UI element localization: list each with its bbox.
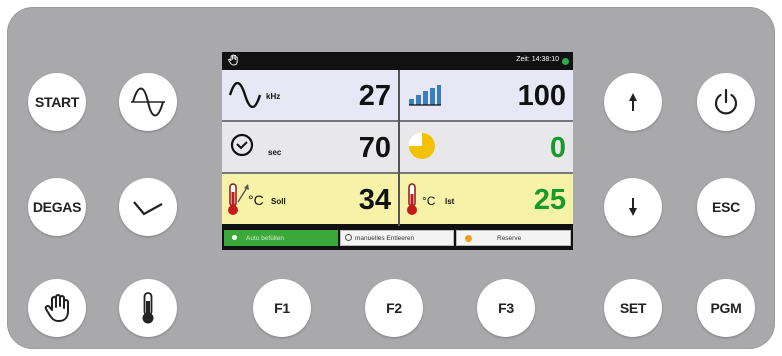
f3-label: F3 [498, 300, 514, 316]
time-unit: sec [268, 148, 282, 157]
up-button[interactable] [604, 73, 662, 131]
lcd-display: Zeit: 14:38:10 kHz 27 100 sec 70 0 °C So… [222, 52, 573, 250]
tab-manual-drain-label: manuelles Entleeren [355, 234, 415, 242]
target-temp-value: 34 [358, 184, 391, 216]
frequency-cell: kHz 27 [222, 70, 398, 120]
reserve-indicator [465, 235, 472, 242]
thermometer-icon [142, 292, 154, 324]
tab-manual-drain[interactable]: manuelles Entleeren [340, 230, 454, 246]
frequency-value: 27 [358, 80, 391, 112]
frequency-unit: kHz [266, 92, 281, 101]
f3-button[interactable]: F3 [477, 279, 535, 337]
set-label: SET [619, 300, 647, 316]
manual-drain-indicator [345, 234, 352, 241]
progress-value: 0 [549, 132, 566, 164]
actual-temp-unit: °C [422, 194, 436, 208]
power-button[interactable] [697, 73, 755, 131]
actual-temp-label: Ist [445, 197, 455, 206]
column-divider [398, 70, 400, 226]
pgm-label: PGM [710, 300, 742, 316]
status-bar: Zeit: 14:38:10 [222, 52, 573, 70]
status-time: Zeit: 14:38:10 [516, 56, 559, 63]
power-value: 100 [517, 80, 566, 112]
pgm-button[interactable]: PGM [697, 279, 755, 337]
clock-icon [230, 133, 254, 157]
sine-wave-display-icon [228, 82, 262, 108]
esc-button[interactable]: ESC [697, 178, 755, 236]
target-temp-unit: °C [248, 192, 264, 208]
degas-button-label: DEGAS [32, 199, 82, 215]
progress-cell: 0 [400, 122, 573, 172]
manual-button[interactable] [28, 279, 86, 337]
progress-pie-icon [408, 132, 435, 159]
set-button[interactable]: SET [604, 279, 662, 337]
time-value: 70 [358, 132, 391, 164]
arrow-up-icon [629, 93, 637, 111]
hand-icon [44, 294, 69, 322]
actual-temperature-cell: °C Ist 25 [400, 174, 573, 224]
f2-button[interactable]: F2 [365, 279, 423, 337]
thermometer-actual-icon [407, 183, 417, 215]
sine-wave-button[interactable] [119, 73, 177, 131]
hand-status-icon [228, 54, 238, 66]
tab-auto-fill[interactable]: Auto befüllen [224, 230, 338, 246]
temperature-button[interactable] [119, 279, 177, 337]
clock-hands-icon [133, 201, 163, 216]
tab-auto-fill-label: Auto befüllen [246, 234, 284, 242]
target-temp-label: Soll [271, 197, 286, 206]
esc-label: ESC [712, 199, 740, 215]
sine-wave-icon [131, 87, 165, 117]
actual-temp-value: 25 [533, 184, 566, 216]
status-led [562, 58, 569, 65]
power-icon [714, 88, 738, 115]
mode-tabs: Auto befüllen manuelles Entleeren Reserv… [222, 228, 573, 248]
start-button[interactable]: START [28, 73, 86, 131]
auto-fill-indicator [232, 235, 237, 240]
timer-button[interactable] [119, 178, 177, 236]
arrow-down-icon [629, 198, 637, 216]
power-cell: 100 [400, 70, 573, 120]
power-level-icon [409, 85, 441, 106]
degas-button[interactable]: DEGAS [28, 178, 86, 236]
tab-reserve[interactable]: Reserve [456, 230, 571, 246]
time-cell: sec 70 [222, 122, 398, 172]
f2-label: F2 [386, 300, 402, 316]
f1-label: F1 [274, 300, 290, 316]
f1-button[interactable]: F1 [253, 279, 311, 337]
thermometer-setpoint-icon [228, 183, 249, 215]
start-button-label: START [34, 94, 80, 110]
tab-reserve-label: Reserve [497, 234, 522, 242]
down-button[interactable] [604, 178, 662, 236]
target-temperature-cell: °C Soll 34 [222, 174, 398, 224]
